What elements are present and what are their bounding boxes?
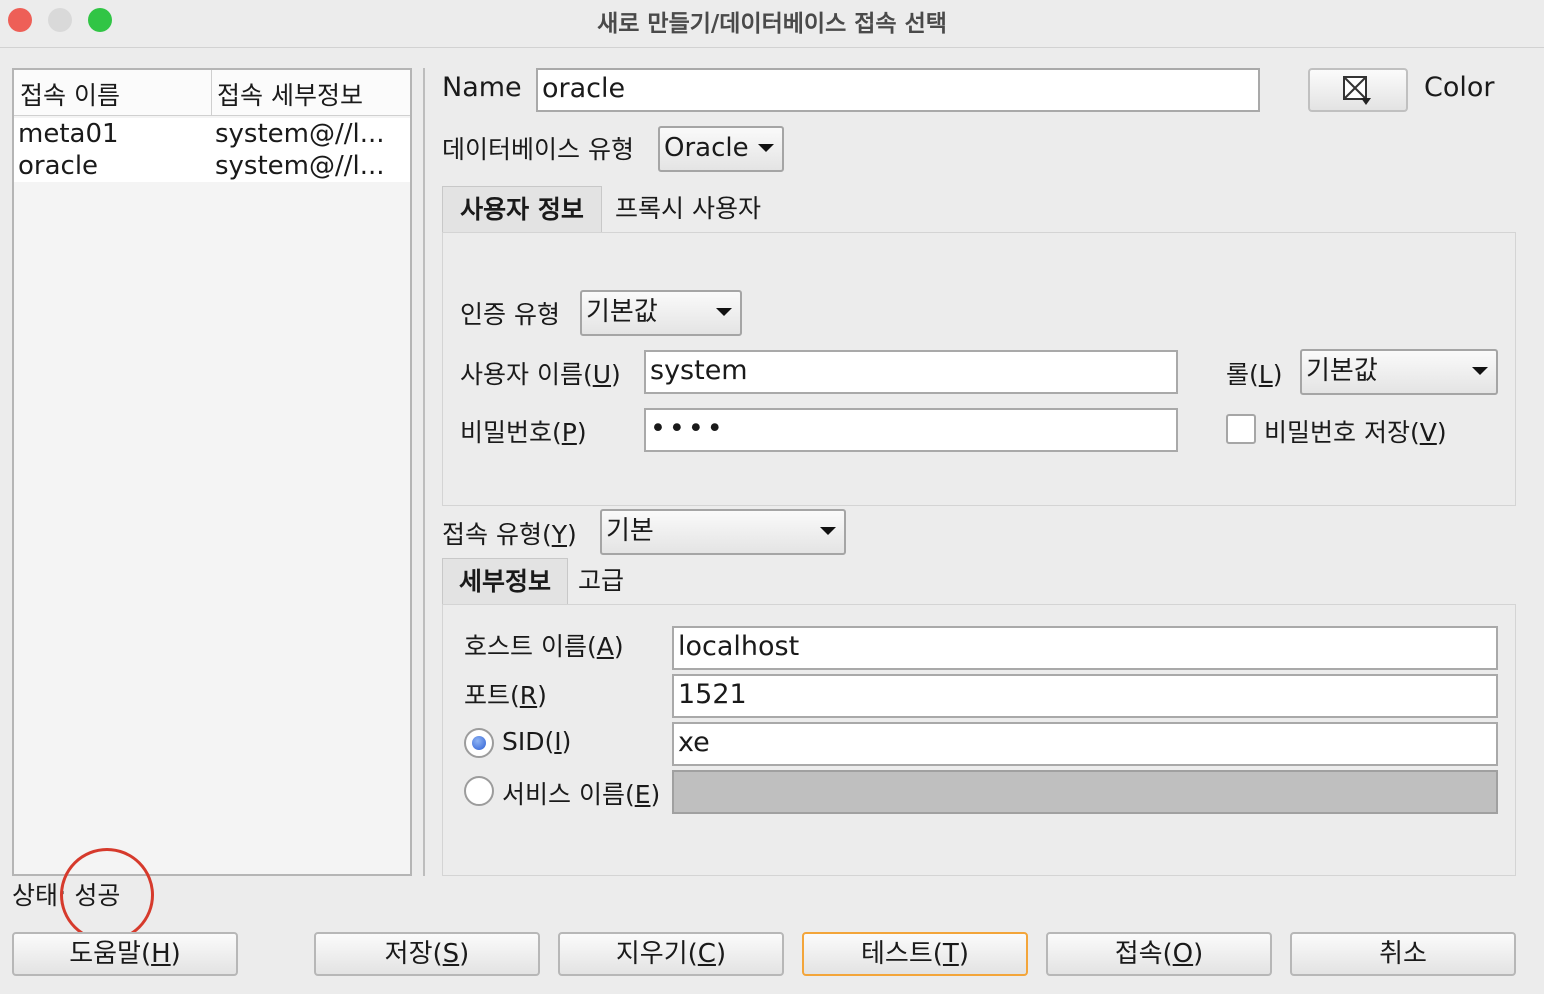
connection-details: system@//l...: [215, 119, 385, 149]
tab-proxy-user[interactable]: 프록시 사용자: [604, 186, 772, 234]
name-field[interactable]: oracle: [536, 68, 1260, 112]
username-field[interactable]: system: [644, 350, 1178, 394]
tab-user-info[interactable]: 사용자 정보: [442, 186, 602, 234]
split-pane-divider[interactable]: [423, 68, 425, 876]
database-type-select[interactable]: Oracle: [658, 126, 784, 172]
color-swatch-icon: [1343, 76, 1371, 105]
database-type-label: 데이터베이스 유형: [442, 135, 634, 164]
name-label: Name: [442, 72, 522, 103]
role-value: 기본값: [1306, 356, 1378, 386]
auth-type-value: 기본값: [586, 297, 658, 327]
window-title: 새로 만들기/데이터베이스 접속 선택: [597, 11, 947, 37]
color-label: Color: [1424, 72, 1495, 103]
hostname-field[interactable]: localhost: [672, 626, 1498, 670]
role-select[interactable]: 기본값: [1300, 349, 1498, 395]
title-bar: 새로 만들기/데이터베이스 접속 선택: [0, 0, 1544, 48]
chevron-down-icon: [716, 308, 732, 316]
connection-list[interactable]: 접속 이름 접속 세부정보 meta01 system@//l... oracl…: [12, 68, 412, 876]
test-button[interactable]: 테스트(T): [802, 932, 1028, 976]
connection-type-label: 접속 유형(Y): [442, 520, 577, 549]
password-label: 비밀번호(P): [460, 418, 587, 447]
sid-label: SID(I): [502, 727, 572, 756]
auth-type-label: 인증 유형: [460, 300, 560, 329]
service-name-label: 서비스 이름(E): [502, 780, 661, 809]
hostname-label: 호스트 이름(A): [464, 632, 624, 661]
connection-type-value: 기본: [606, 516, 654, 546]
password-field[interactable]: ••••: [644, 408, 1178, 452]
service-name-radio[interactable]: [464, 776, 494, 806]
connect-button[interactable]: 접속(O): [1046, 932, 1272, 976]
connection-details: system@//l...: [215, 151, 385, 181]
connection-name: meta01: [18, 119, 119, 149]
save-password-label: 비밀번호 저장(V): [1264, 418, 1447, 447]
annotation-circle: [60, 848, 154, 942]
sid-field[interactable]: xe: [672, 722, 1498, 766]
sid-radio[interactable]: [464, 728, 494, 758]
list-item[interactable]: meta01 system@//l...: [14, 118, 410, 150]
connection-list-header: 접속 이름 접속 세부정보: [14, 70, 410, 116]
tab-details[interactable]: 세부정보: [442, 558, 568, 606]
database-type-value: Oracle: [664, 133, 749, 163]
port-label: 포트(R): [464, 681, 547, 710]
port-field[interactable]: 1521: [672, 674, 1498, 718]
cancel-button[interactable]: 취소: [1290, 932, 1516, 976]
tab-advanced[interactable]: 고급: [570, 558, 632, 606]
connection-type-select[interactable]: 기본: [600, 509, 846, 555]
column-header-connection-details[interactable]: 접속 세부정보: [217, 76, 363, 112]
column-header-connection-name[interactable]: 접속 이름: [20, 76, 120, 112]
connection-name: oracle: [18, 151, 99, 181]
service-name-field[interactable]: [672, 770, 1498, 814]
role-label: 롤(L): [1226, 360, 1283, 389]
save-password-checkbox[interactable]: [1226, 414, 1256, 444]
column-divider[interactable]: [211, 70, 212, 116]
username-label: 사용자 이름(U): [460, 360, 621, 389]
chevron-down-icon: [758, 144, 774, 152]
color-picker-button[interactable]: [1308, 68, 1408, 112]
chevron-down-icon: [1472, 367, 1488, 375]
auth-type-select[interactable]: 기본값: [580, 290, 742, 336]
chevron-down-icon: [820, 527, 836, 535]
clear-button[interactable]: 지우기(C): [558, 932, 784, 976]
help-button[interactable]: 도움말(H): [12, 932, 238, 976]
list-item[interactable]: oracle system@//l...: [14, 150, 410, 182]
save-button[interactable]: 저장(S): [314, 932, 540, 976]
